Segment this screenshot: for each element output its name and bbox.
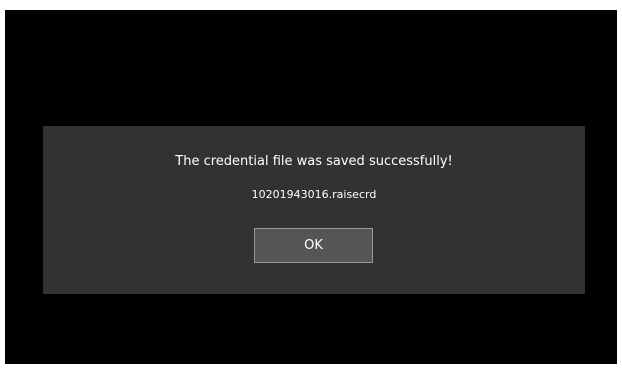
ok-button-label: OK bbox=[304, 238, 323, 253]
dialog-message: The credential file was saved successful… bbox=[175, 154, 453, 169]
ok-button[interactable]: OK bbox=[254, 228, 373, 263]
saved-filename: 10201943016.raisecrd bbox=[251, 188, 377, 201]
save-success-dialog: The credential file was saved successful… bbox=[43, 126, 585, 294]
screen-background: The credential file was saved successful… bbox=[5, 10, 617, 364]
